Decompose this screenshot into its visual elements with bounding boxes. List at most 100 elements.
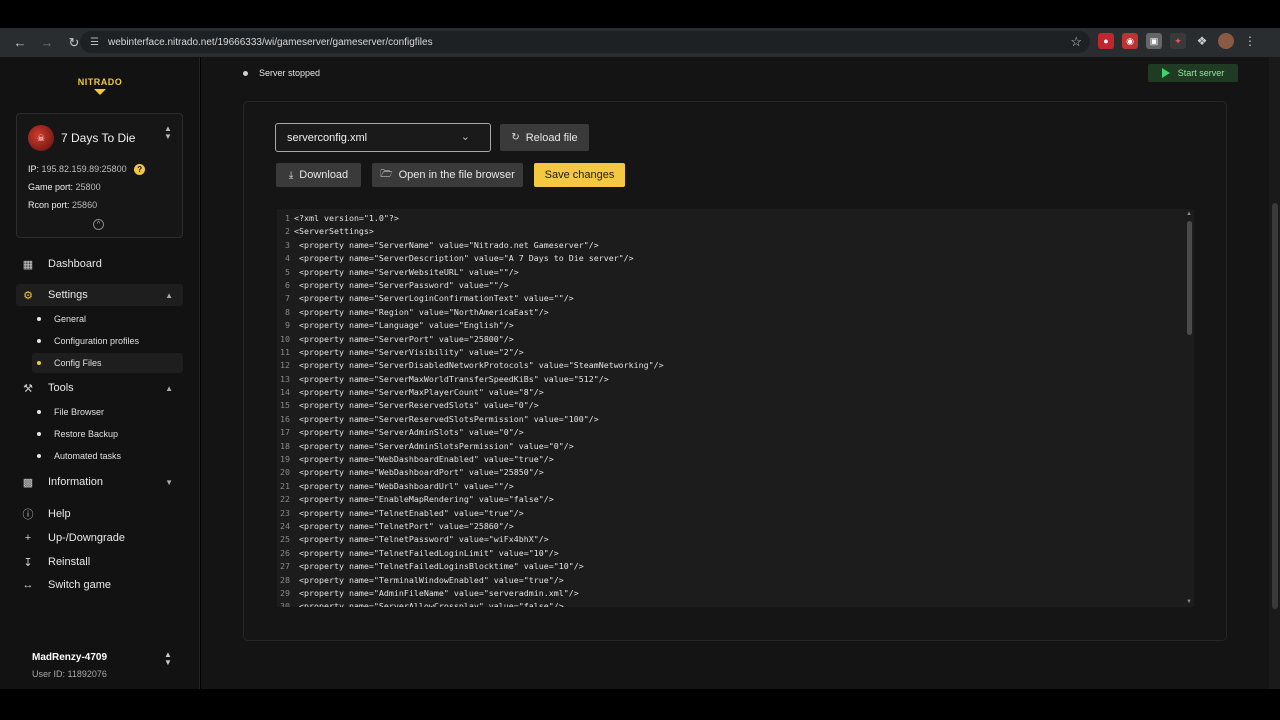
editor-scrollbar[interactable]: ▲ ▼: [1184, 209, 1194, 607]
code-line: 10 <property name="ServerPort" value="25…: [277, 333, 1182, 346]
line-content[interactable]: <property name="WebDashboardEnabled" val…: [294, 453, 554, 466]
line-content[interactable]: <?xml version="1.0"?>: [294, 212, 399, 225]
sidebar-item-help[interactable]: ⓘ Help: [16, 503, 183, 525]
line-content[interactable]: <property name="WebDashboardPort" value=…: [294, 466, 544, 479]
sidebar-item-tools[interactable]: ⚒ Tools ▲: [16, 377, 183, 399]
code-line: 18 <property name="ServerAdminSlotsPermi…: [277, 440, 1182, 453]
config-file-select[interactable]: serverconfig.xml ⌄: [275, 123, 491, 152]
sidebar-subitem-config-files[interactable]: Config Files: [32, 353, 183, 373]
line-number: 18: [280, 440, 290, 451]
sidebar-item-settings[interactable]: ⚙ Settings ▲: [16, 284, 183, 306]
line-content[interactable]: <property name="ServerReservedSlots" val…: [294, 399, 539, 412]
line-content[interactable]: <property name="TelnetPassword" value="w…: [294, 533, 549, 546]
nitrado-logo[interactable]: NITRADO: [76, 77, 124, 95]
line-number: 3: [285, 239, 290, 250]
line-content[interactable]: <property name="Language" value="English…: [294, 319, 514, 332]
line-content[interactable]: <property name="ServerMaxWorldTransferSp…: [294, 373, 609, 386]
editor-scroll-thumb[interactable]: [1187, 221, 1192, 335]
page-scroll-thumb[interactable]: [1272, 203, 1278, 609]
line-number: 27: [280, 561, 290, 572]
extension-screen-icon[interactable]: ▣: [1146, 33, 1162, 49]
line-number: 25: [280, 534, 290, 545]
sidebar-item-information[interactable]: ▩ Information ▼: [16, 471, 183, 493]
sidebar-item-label: Up-/Downgrade: [48, 532, 126, 544]
sidebar-item-label: Reinstall: [48, 556, 91, 568]
sidebar-item-label: Dashboard: [48, 258, 102, 270]
sidebar-item-reinstall[interactable]: ↧ Reinstall: [16, 551, 183, 573]
line-content[interactable]: <property name="ServerReservedSlotsPermi…: [294, 413, 599, 426]
sidebar-item-label: File Browser: [54, 407, 105, 417]
code-line: 1 <?xml version="1.0"?>: [277, 212, 1182, 225]
sidebar-subitem-general[interactable]: General: [32, 309, 183, 329]
line-content[interactable]: <property name="EnableMapRendering" valu…: [294, 493, 554, 506]
help-icon[interactable]: ?: [134, 164, 146, 176]
bookmark-star-icon[interactable]: ☆: [1070, 34, 1082, 50]
screen-top-letterbox: [0, 0, 1280, 28]
extensions-area: ● ◉ ▣ ✦ ❖ ⋮: [1098, 33, 1258, 49]
server-switch-chevrons-icon[interactable]: ▲ ▼: [164, 125, 172, 141]
line-content[interactable]: <property name="ServerAllowCrossplay" va…: [294, 600, 564, 607]
sidebar-item-dashboard[interactable]: ▦ Dashboard: [16, 253, 183, 275]
gear-icon: ⚙: [23, 289, 33, 302]
line-content[interactable]: <property name="ServerDisabledNetworkPro…: [294, 359, 664, 372]
sidebar-subitem-configuration-profiles[interactable]: Configuration profiles: [32, 331, 183, 351]
back-icon[interactable]: ←: [8, 31, 32, 55]
line-number: 17: [280, 427, 290, 438]
sidebar-item-up-downgrade[interactable]: + Up-/Downgrade: [16, 527, 183, 549]
bar-chart-icon: ▩: [22, 476, 34, 489]
extension-recorder-icon[interactable]: ◉: [1122, 33, 1138, 49]
line-content[interactable]: <property name="ServerDescription" value…: [294, 252, 634, 265]
line-content[interactable]: <property name="ServerPassword" value=""…: [294, 279, 509, 292]
extensions-puzzle-icon[interactable]: ❖: [1194, 33, 1210, 49]
browser-menu-icon[interactable]: ⋮: [1242, 33, 1258, 49]
line-content[interactable]: <property name="ServerMaxPlayerCount" va…: [294, 386, 544, 399]
line-content[interactable]: <property name="TelnetPort" value="25860…: [294, 520, 514, 533]
sidebar-item-label: Configuration profiles: [54, 336, 140, 346]
start-server-button[interactable]: Start server: [1148, 64, 1238, 82]
site-info-icon[interactable]: ☰: [90, 37, 99, 48]
line-content[interactable]: <property name="TelnetFailedLoginLimit" …: [294, 547, 559, 560]
line-content[interactable]: <property name="TelnetEnabled" value="tr…: [294, 507, 524, 520]
line-content[interactable]: <property name="Region" value="NorthAmer…: [294, 306, 549, 319]
sidebar-subitem-automated-tasks[interactable]: Automated tasks: [32, 446, 183, 466]
extension-red-icon[interactable]: ●: [1098, 33, 1114, 49]
line-content[interactable]: <property name="ServerVisibility" value=…: [294, 346, 524, 359]
line-content[interactable]: <property name="ServerName" value="Nitra…: [294, 239, 599, 252]
scroll-down-icon[interactable]: ▼: [1186, 599, 1192, 605]
account-switch-chevrons-icon[interactable]: ▲ ▼: [164, 651, 172, 667]
extension-pdf-icon[interactable]: ✦: [1170, 33, 1186, 49]
line-content[interactable]: <property name="AdminFileName" value="se…: [294, 587, 579, 600]
rcon-port-label: Rcon port:: [28, 200, 70, 210]
sidebar-item-label: General: [54, 314, 87, 324]
user-name[interactable]: MadRenzy-4709: [32, 652, 107, 663]
address-bar[interactable]: ☰ webinterface.nitrado.net/19666333/wi/g…: [80, 31, 1090, 53]
collapse-card-icon[interactable]: ^: [93, 219, 104, 230]
line-number: 13: [280, 373, 290, 384]
line-content[interactable]: <property name="ServerAdminSlotsPermissi…: [294, 440, 574, 453]
code-line: 6 <property name="ServerPassword" value=…: [277, 279, 1182, 292]
line-content[interactable]: <property name="TerminalWindowEnabled" v…: [294, 574, 564, 587]
sidebar-item-switch-game[interactable]: ↔ Switch game: [16, 574, 183, 596]
reload-file-button[interactable]: ↻ Reload file: [500, 124, 589, 151]
line-content[interactable]: <property name="ServerAdminSlots" value=…: [294, 426, 524, 439]
code-editor[interactable]: 1 <?xml version="1.0"?> 2 <ServerSettings> 3…: [277, 209, 1194, 607]
scroll-up-icon[interactable]: ▲: [1186, 211, 1192, 217]
sidebar-subitem-file-browser[interactable]: File Browser: [32, 402, 183, 422]
save-changes-button[interactable]: Save changes: [534, 163, 625, 187]
line-content[interactable]: <property name="ServerLoginConfirmationT…: [294, 292, 574, 305]
forward-icon[interactable]: →: [35, 31, 59, 55]
install-icon: ↧: [23, 556, 33, 569]
line-content[interactable]: <property name="ServerWebsiteURL" value=…: [294, 266, 519, 279]
open-file-browser-button[interactable]: 🗁 Open in the file browser: [372, 163, 523, 187]
open-file-browser-label: Open in the file browser: [398, 169, 515, 181]
page-scrollbar[interactable]: [1269, 57, 1280, 689]
code-line: 11 <property name="ServerVisibility" val…: [277, 346, 1182, 359]
line-content[interactable]: <ServerSettings>: [294, 225, 374, 238]
chevron-up-icon: ▲: [165, 383, 173, 393]
download-button[interactable]: ⤓ Download: [276, 163, 361, 187]
line-content[interactable]: <property name="TelnetFailedLoginsBlockt…: [294, 560, 584, 573]
sidebar-subitem-restore-backup[interactable]: Restore Backup: [32, 424, 183, 444]
line-content[interactable]: <property name="WebDashboardUrl" value="…: [294, 480, 514, 493]
line-content[interactable]: <property name="ServerPort" value="25800…: [294, 333, 514, 346]
profile-avatar[interactable]: [1218, 33, 1234, 49]
